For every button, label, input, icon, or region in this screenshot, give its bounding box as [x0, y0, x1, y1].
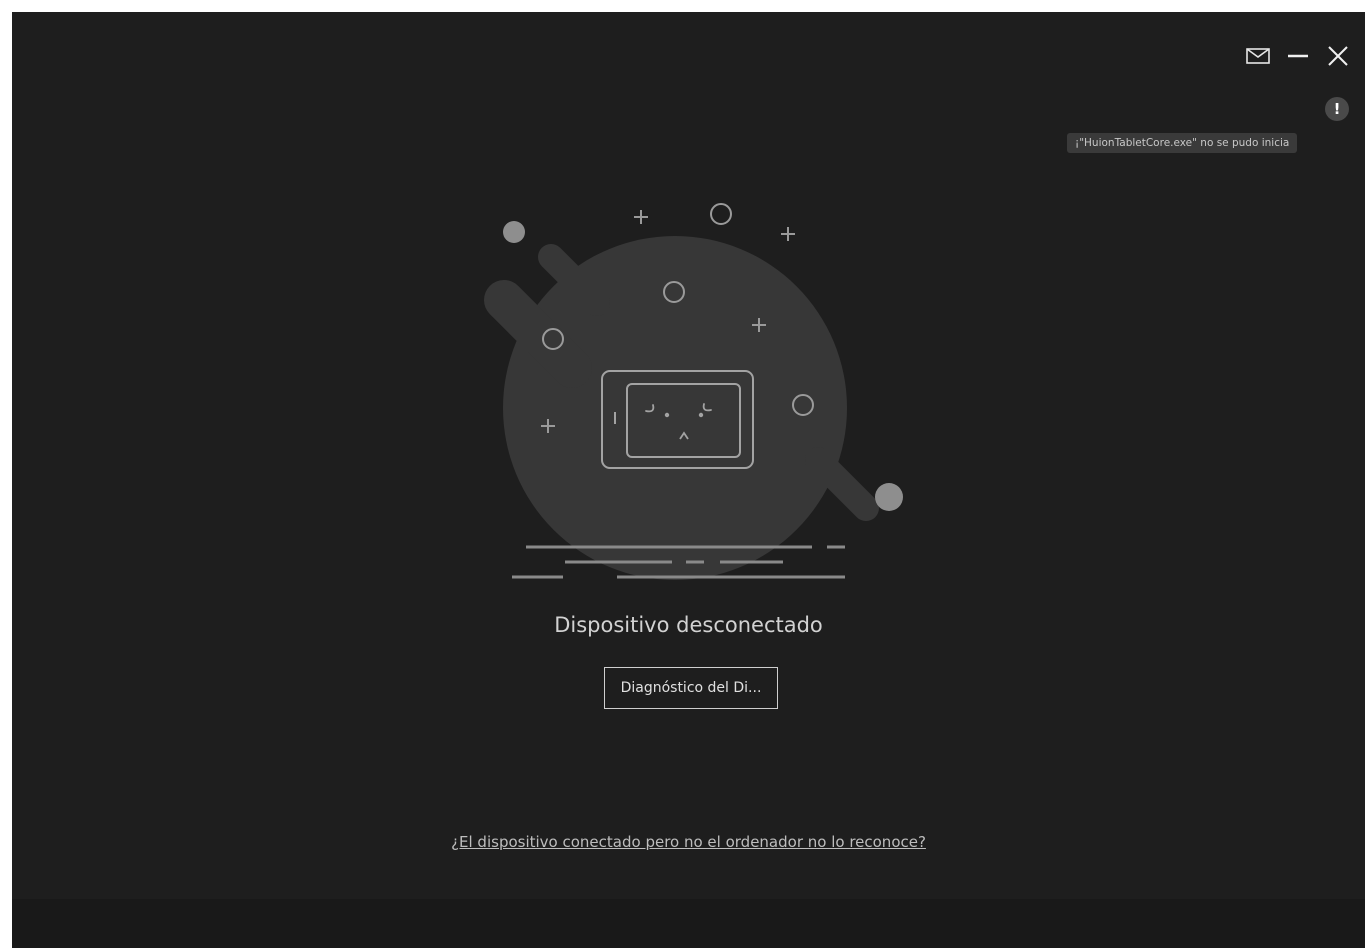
help-link[interactable]: ¿El dispositivo conectado pero no el ord… — [12, 830, 1365, 854]
app-window: ! ¡"HuionTabletCore.exe" no se pudo inic… — [12, 12, 1365, 948]
status-message: Dispositivo desconectado — [554, 613, 823, 637]
footer-bar — [12, 899, 1365, 948]
disconnected-tablet-illustration — [484, 203, 903, 580]
diagnose-button[interactable]: Diagnóstico del Di... — [604, 667, 778, 709]
